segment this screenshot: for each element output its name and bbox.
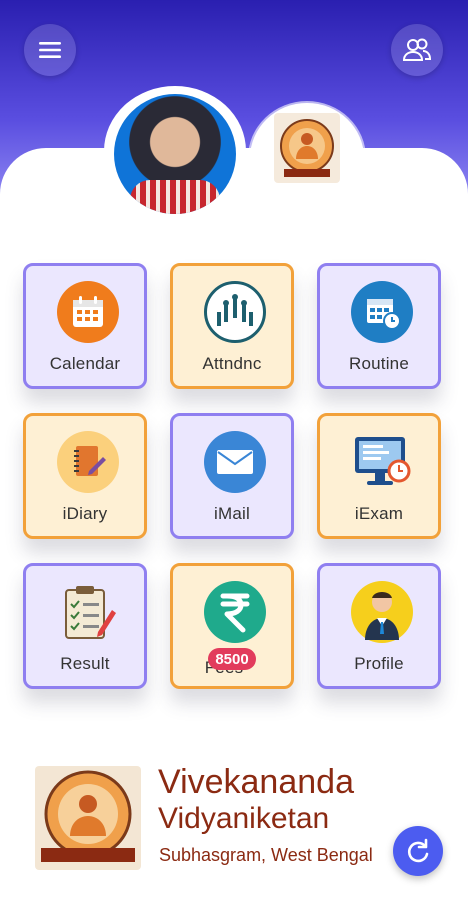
tile-result[interactable]: Result [23,563,147,689]
tile-label: iDiary [62,504,108,523]
exam-monitor-icon [351,431,413,493]
tile-routine[interactable]: Routine [317,263,441,389]
student-avatar [114,94,236,214]
tile-label: Profile [354,654,404,673]
tile-attendance[interactable]: Attndnc [170,263,294,389]
tile-label: Routine [349,354,409,373]
tile-label: Calendar [49,354,121,373]
tile-iexam[interactable]: iExam [317,413,441,539]
users-icon [402,38,432,61]
tile-calendar[interactable]: Calendar [23,263,147,389]
routine-schedule-icon [351,281,413,343]
hamburger-menu-icon [39,42,61,58]
switch-user-button[interactable] [391,24,443,76]
rupee-icon [204,581,266,643]
refresh-button[interactable] [393,826,443,876]
tile-fees[interactable]: Fees [170,563,294,689]
student-photo-frame[interactable] [104,86,246,216]
school-logo-small [274,113,340,183]
profile-person-icon [351,581,413,643]
tile-label: iMail [214,504,250,523]
tile-imail[interactable]: iMail [170,413,294,539]
tile-label: iExam [354,504,404,523]
mail-icon [204,431,266,493]
raised-hands-icon [204,281,266,343]
tile-profile[interactable]: Profile [317,563,441,689]
tile-idiary[interactable]: iDiary [23,413,147,539]
school-name-line1: Vivekananda [158,763,354,801]
fees-due-badge: 8500 [208,648,256,670]
student-shirt [130,180,220,214]
school-logo [35,766,141,870]
calendar-icon [57,281,119,343]
diary-icon [57,431,119,493]
menu-button[interactable] [24,24,76,76]
result-clipboard-icon [57,581,119,643]
refresh-icon [407,838,429,863]
school-name-line2: Vidyaniketan [158,802,330,835]
tile-label: Result [60,654,110,673]
tile-label: Attndnc [202,354,262,373]
